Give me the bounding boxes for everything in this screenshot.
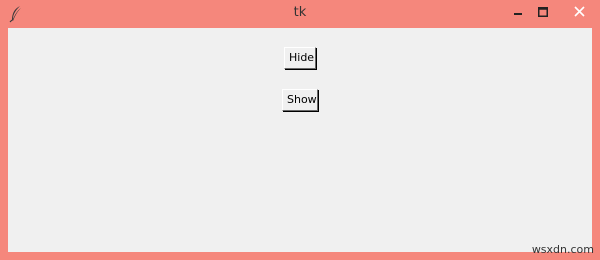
window-client-area: Hide Show [8,28,592,252]
watermark: wsxdn.com [531,243,594,256]
close-icon [573,2,585,21]
show-button[interactable]: Show [282,89,318,111]
tk-window: tk Hide Show wsxdn.com [0,0,600,260]
hide-button[interactable]: Hide [284,47,316,69]
minimize-icon [513,2,523,21]
close-button[interactable] [560,0,598,22]
maximize-icon [538,2,548,21]
feather-icon [8,5,24,23]
title-bar[interactable]: tk [0,0,600,28]
maximize-button[interactable] [528,0,558,22]
